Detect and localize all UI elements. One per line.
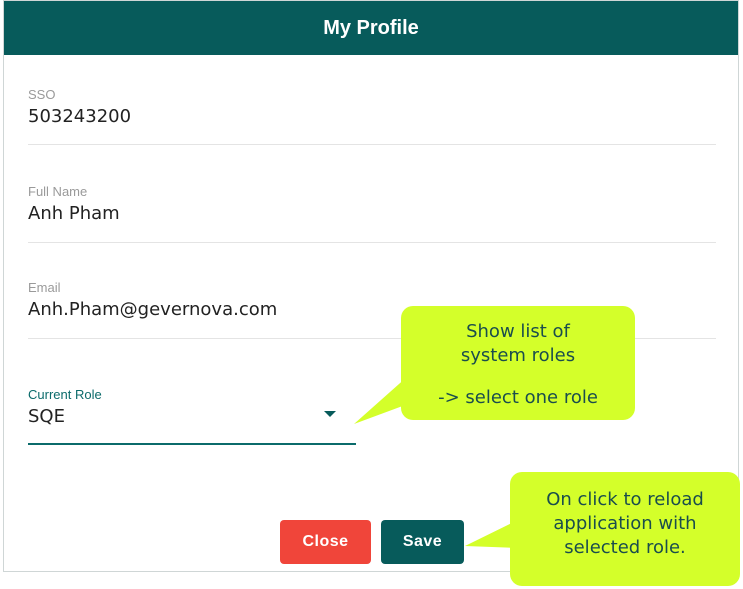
save-button[interactable]: Save bbox=[381, 520, 464, 564]
sso-label: SSO bbox=[28, 87, 56, 102]
close-button[interactable]: Close bbox=[280, 520, 371, 564]
page: My Profile SSO 503243200 Full Name Anh P… bbox=[0, 0, 743, 589]
save-callout-text: On click to reload application with sele… bbox=[546, 489, 704, 558]
email-label: Email bbox=[28, 280, 61, 295]
dialog-header: My Profile bbox=[4, 1, 738, 55]
full-name-label: Full Name bbox=[28, 184, 88, 199]
save-callout: On click to reload application with sele… bbox=[510, 472, 740, 586]
current-role-label: Current Role bbox=[28, 387, 102, 402]
dialog-title: My Profile bbox=[323, 16, 419, 39]
full-name-value: Anh Pham bbox=[28, 203, 120, 224]
current-role-value[interactable]: SQE bbox=[28, 406, 356, 427]
current-role-select[interactable]: Current Role SQE bbox=[28, 387, 356, 445]
role-callout-line1: Show list of system roles bbox=[460, 321, 576, 366]
role-callout-line2: -> select one role bbox=[438, 387, 598, 408]
sso-value: 503243200 bbox=[28, 106, 132, 127]
role-callout: Show list of system roles -> select one … bbox=[401, 306, 635, 420]
full-name-divider bbox=[28, 242, 716, 243]
dropdown-caret-icon[interactable] bbox=[324, 411, 336, 417]
sso-field: SSO 503243200 bbox=[28, 87, 716, 127]
sso-divider bbox=[28, 144, 716, 145]
full-name-field: Full Name Anh Pham bbox=[28, 184, 716, 224]
